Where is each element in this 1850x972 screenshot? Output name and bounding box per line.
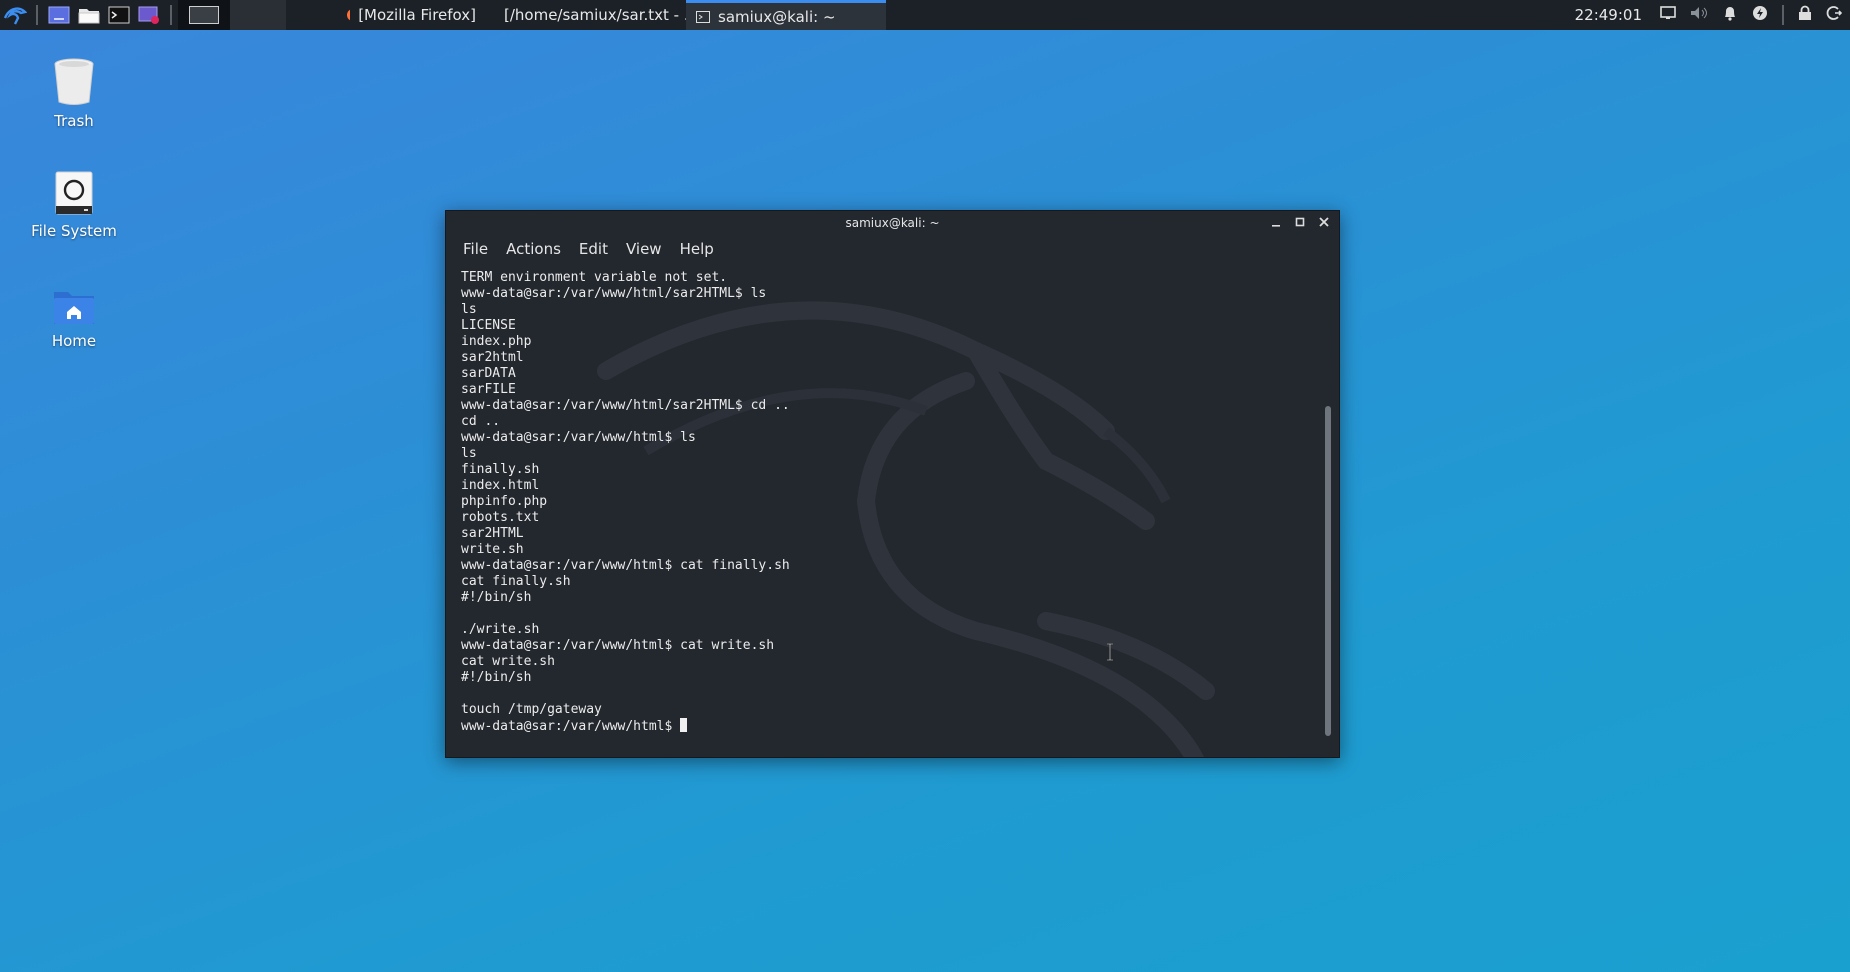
terminal-icon: [696, 10, 710, 23]
terminal-line: ls: [461, 446, 477, 461]
terminal-window[interactable]: samiux@kali: ~ File Actions Edit View He…: [445, 210, 1340, 758]
terminal-line: phpinfo.php: [461, 494, 548, 509]
volume-icon[interactable]: [1690, 6, 1708, 24]
screen-recorder-icon[interactable]: [134, 0, 164, 30]
drive-icon: [55, 171, 93, 215]
menu-view[interactable]: View: [617, 237, 671, 263]
desktop-icon-file-system[interactable]: File System: [14, 170, 134, 240]
desktop-icon-label: File System: [31, 222, 117, 240]
terminal-launcher-icon[interactable]: [104, 0, 134, 30]
terminal-line: TERM environment variable not set.: [461, 270, 728, 285]
task-label: [/home/samiux/sar.txt - ...: [504, 6, 699, 24]
task-terminal[interactable]: samiux@kali: ~: [686, 0, 886, 30]
terminal-cursor: [680, 718, 688, 732]
desktop-icon-label: Home: [51, 332, 97, 350]
workspace-1[interactable]: [178, 0, 230, 30]
terminal-line: index.php: [461, 334, 532, 349]
terminal-line: LICENSE: [461, 318, 516, 333]
terminal-line: #!/bin/sh: [461, 670, 532, 685]
terminal-line: www-data@sar:/var/www/html$ cat finally.…: [461, 558, 790, 573]
terminal-line: sar2html: [461, 350, 524, 365]
terminal-line: #!/bin/sh: [461, 590, 532, 605]
logout-icon[interactable]: [1826, 5, 1843, 25]
window-titlebar[interactable]: samiux@kali: ~: [446, 211, 1339, 235]
workspace-2[interactable]: [230, 0, 286, 30]
lock-screen-icon[interactable]: [1798, 5, 1812, 25]
top-panel: [Mozilla Firefox] [/home/samiux/sar.txt …: [0, 0, 1850, 30]
terminal-line: write.sh: [461, 542, 524, 557]
home-folder-icon: [54, 292, 94, 324]
terminal-line: sarDATA: [461, 366, 516, 381]
terminal-line: www-data@sar:/var/www/html$ ls: [461, 430, 696, 445]
terminal-line: touch /tmp/gateway: [461, 702, 602, 717]
terminal-output[interactable]: TERM environment variable not set. www-da…: [461, 270, 1301, 750]
task-text-editor[interactable]: [/home/samiux/sar.txt - ...: [486, 0, 698, 30]
kali-menu-icon[interactable]: [0, 0, 30, 30]
minimize-icon[interactable]: [1269, 214, 1283, 230]
close-icon[interactable]: [1317, 214, 1331, 230]
system-tray: 22:49:01: [1575, 5, 1850, 25]
notifications-icon[interactable]: [1722, 5, 1738, 25]
terminal-line: cat finally.sh: [461, 574, 571, 589]
display-icon[interactable]: [1660, 6, 1676, 24]
desktop-icon-trash[interactable]: Trash: [14, 56, 134, 130]
terminal-line: ./write.sh: [461, 622, 540, 637]
file-manager-icon[interactable]: [74, 0, 104, 30]
menu-help[interactable]: Help: [671, 237, 723, 263]
terminal-line: sarFILE: [461, 382, 516, 397]
panel-separator: [170, 5, 172, 25]
terminal-line: finally.sh: [461, 462, 540, 477]
text-cursor-icon: [1107, 643, 1113, 661]
terminal-line: www-data@sar:/var/www/html/sar2HTML$ ls: [461, 286, 767, 301]
maximize-icon[interactable]: [1293, 214, 1307, 230]
menu-file[interactable]: File: [454, 237, 497, 263]
task-label: samiux@kali: ~: [718, 7, 836, 26]
firefox-icon: [347, 9, 351, 21]
terminal-line: www-data@sar:/var/www/html/sar2HTML$ cd …: [461, 398, 790, 413]
menu-edit[interactable]: Edit: [570, 237, 617, 263]
terminal-line: sar2HTML: [461, 526, 524, 541]
workspace-preview: [189, 6, 219, 24]
trash-icon: [54, 58, 94, 105]
terminal-line: index.html: [461, 478, 540, 493]
desktop-icon-home[interactable]: Home: [14, 288, 134, 350]
terminal-line: ls: [461, 302, 477, 317]
terminal-prompt: www-data@sar:/var/www/html$: [461, 719, 681, 734]
menu-bar: File Actions Edit View Help: [454, 237, 723, 263]
power-manager-icon[interactable]: [1752, 5, 1768, 25]
terminal-line: robots.txt: [461, 510, 540, 525]
terminal-line: cd ..: [461, 414, 501, 429]
desktop-icon-label: Trash: [54, 112, 94, 130]
scrollbar[interactable]: [1325, 271, 1331, 749]
menu-actions[interactable]: Actions: [497, 237, 570, 263]
panel-separator: [36, 5, 38, 25]
task-label: [Mozilla Firefox]: [358, 6, 476, 24]
scrollbar-thumb[interactable]: [1325, 406, 1331, 736]
terminal-line: cat write.sh: [461, 654, 555, 669]
window-title: samiux@kali: ~: [845, 216, 940, 230]
terminal-prompt-line[interactable]: www-data@sar:/var/www/html$: [461, 718, 1301, 735]
clock[interactable]: 22:49:01: [1575, 6, 1642, 24]
show-desktop-icon[interactable]: [44, 0, 74, 30]
panel-separator: [1782, 5, 1784, 25]
task-firefox[interactable]: [Mozilla Firefox]: [286, 0, 486, 30]
terminal-line: www-data@sar:/var/www/html$ cat write.sh: [461, 638, 775, 653]
